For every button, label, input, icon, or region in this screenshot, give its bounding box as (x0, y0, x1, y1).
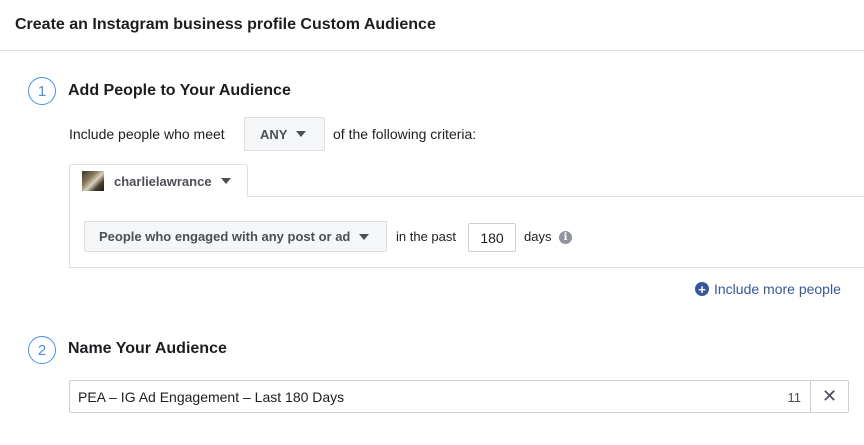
close-icon: ✕ (821, 386, 838, 406)
account-selector[interactable]: charlielawrance (69, 164, 248, 197)
step-title-add-people: Add People to Your Audience (68, 82, 291, 99)
audience-name-value: PEA – IG Ad Engagement – Last 180 Days (78, 389, 345, 405)
match-type-dropdown[interactable]: ANY (244, 117, 325, 151)
include-more-people-link[interactable]: + Include more people (695, 281, 841, 297)
dialog-title: Create an Instagram business profile Cus… (15, 16, 436, 33)
in-the-past-label: in the past (396, 229, 456, 244)
account-avatar (82, 171, 104, 191)
caret-down-icon (359, 233, 370, 240)
match-type-value: ANY (260, 126, 288, 142)
plus-circle-icon: + (695, 282, 709, 296)
caret-down-icon (220, 178, 231, 184)
step-number-1: 1 (28, 77, 56, 105)
dialog-header: Create an Instagram business profile Cus… (0, 0, 864, 51)
days-input[interactable]: 180 (468, 223, 516, 252)
include-more-people-label: Include more people (714, 281, 841, 297)
caret-down-icon (296, 131, 307, 137)
audience-name-input[interactable]: PEA – IG Ad Engagement – Last 180 Days 1… (69, 380, 849, 413)
engagement-type-dropdown[interactable]: People who engaged with any post or ad (84, 221, 387, 252)
step-title-name-audience: Name Your Audience (68, 340, 227, 357)
days-label: days (524, 229, 552, 244)
step-number-2: 2 (28, 336, 56, 364)
info-icon[interactable]: i (559, 231, 572, 244)
account-name: charlielawrance (114, 173, 212, 189)
include-suffix-label: of the following criteria: (333, 126, 477, 142)
engagement-type-value: People who engaged with any post or ad (99, 229, 351, 244)
clear-button[interactable]: ✕ (810, 381, 848, 412)
include-prefix-label: Include people who meet (69, 126, 225, 142)
char-count: 11 (787, 390, 802, 405)
